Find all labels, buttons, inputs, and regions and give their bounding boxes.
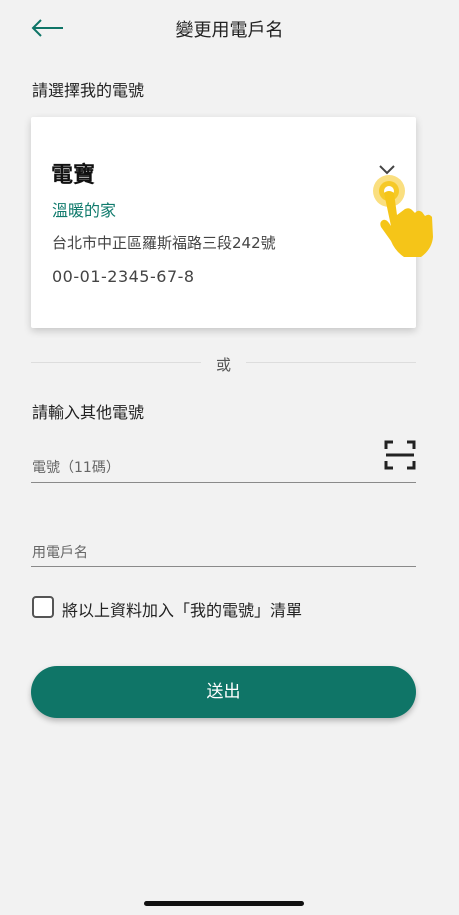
save-to-list-checkbox[interactable] <box>32 596 54 618</box>
account-name-input[interactable]: 用電戶名 <box>31 530 416 566</box>
meter-card-name: 電寶 <box>51 163 96 188</box>
meter-number-placeholder: 電號（11碼） <box>32 460 120 476</box>
or-label: 或 <box>215 356 231 374</box>
divider-line-left <box>31 362 201 363</box>
meter-number-input[interactable]: 電號（11碼） <box>31 445 376 481</box>
account-name-placeholder: 用電戶名 <box>32 545 88 561</box>
home-indicator <box>144 901 304 906</box>
meter-card-account: 00-01-2345-67-8 <box>52 267 195 286</box>
other-meter-section-label: 請輸入其他電號 <box>32 403 145 422</box>
divider-line-right <box>246 362 416 363</box>
my-meter-section-label: 請選擇我的電號 <box>32 81 145 100</box>
submit-button[interactable]: 送出 <box>31 666 416 718</box>
meter-card[interactable]: 電寶 溫暖的家 台北市中正區羅斯福路三段242號 00-01-2345-67-8 <box>31 117 433 328</box>
tap-hand-icon <box>371 169 441 261</box>
meter-card-address: 台北市中正區羅斯福路三段242號 <box>52 234 276 252</box>
page-title: 變更用電戶名 <box>175 20 284 41</box>
meter-number-underline <box>31 482 416 483</box>
scan-icon[interactable] <box>384 440 416 470</box>
save-to-list-label[interactable]: 將以上資料加入「我的電號」清單 <box>62 597 302 621</box>
account-name-underline <box>31 566 416 567</box>
meter-card-nickname: 溫暖的家 <box>52 201 117 220</box>
